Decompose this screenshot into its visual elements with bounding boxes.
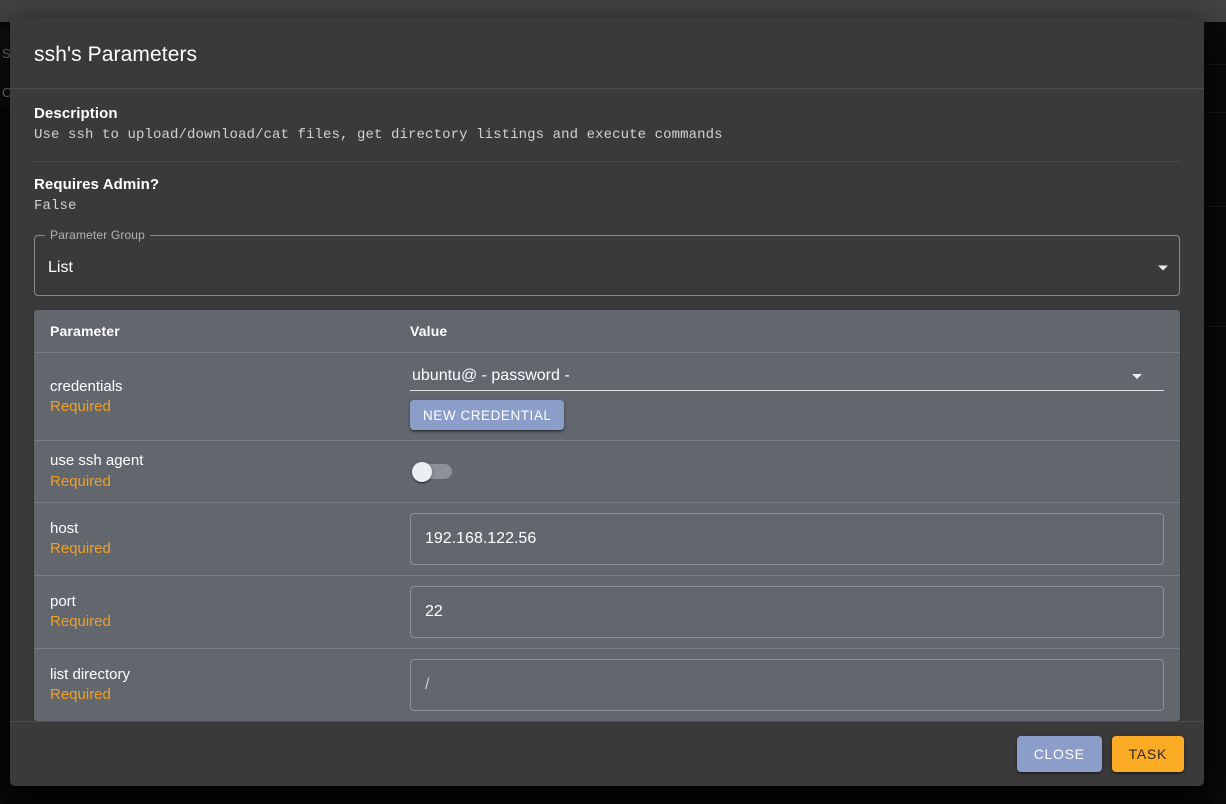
- column-header-value: Value: [394, 310, 1180, 353]
- parameter-requirement: Required: [50, 472, 378, 492]
- parameters-table: Parameter Value credentials Required u: [34, 310, 1180, 721]
- parameter-cell-use-ssh-agent: use ssh agent Required: [34, 441, 394, 503]
- parameter-group-value: List: [48, 259, 73, 277]
- table-header-row: Parameter Value: [34, 310, 1180, 353]
- value-cell-use-ssh-agent: [394, 441, 1180, 503]
- parameter-name: credentials: [50, 377, 378, 397]
- parameter-name: list directory: [50, 665, 378, 685]
- value-cell-credentials: ubuntu@ - password - NEW CREDENTIAL: [394, 353, 1180, 441]
- background-divider: [1204, 64, 1226, 65]
- table-row: port Required: [34, 575, 1180, 648]
- parameter-group-outline: [34, 235, 1180, 296]
- dialog-title: ssh's Parameters: [10, 18, 1204, 88]
- new-credential-button[interactable]: NEW CREDENTIAL: [410, 400, 564, 430]
- requires-admin-value: False: [34, 198, 1180, 214]
- parameter-cell-port: port Required: [34, 575, 394, 648]
- background-right-panel: [1204, 22, 1226, 804]
- parameter-requirement: Required: [50, 397, 378, 417]
- background-divider: [1204, 206, 1226, 207]
- credentials-select[interactable]: ubuntu@ - password -: [410, 363, 1164, 391]
- parameter-group-select[interactable]: Parameter Group List: [34, 240, 1180, 296]
- parameter-requirement: Required: [50, 539, 378, 559]
- background-divider: [1204, 326, 1226, 327]
- value-cell-port: [394, 575, 1180, 648]
- value-cell-list-directory: [394, 648, 1180, 721]
- description-section: Description Use ssh to upload/download/c…: [34, 105, 1180, 161]
- description-heading: Description: [34, 105, 1180, 122]
- table-row: use ssh agent Required: [34, 441, 1180, 503]
- background-divider: [1204, 112, 1226, 113]
- chevron-down-icon[interactable]: [1132, 374, 1142, 379]
- table-head: Parameter Value: [34, 310, 1180, 353]
- description-divider: [34, 161, 1180, 162]
- parameter-name: host: [50, 519, 378, 539]
- requires-admin-heading: Requires Admin?: [34, 176, 1180, 193]
- column-header-parameter: Parameter: [34, 310, 394, 353]
- close-button[interactable]: CLOSE: [1017, 736, 1102, 772]
- credentials-select-value: ubuntu@ - password -: [412, 367, 570, 384]
- task-button[interactable]: TASK: [1112, 736, 1184, 772]
- dialog-actions: CLOSE TASK: [10, 722, 1204, 786]
- parameter-requirement: Required: [50, 685, 378, 705]
- list-directory-input[interactable]: [410, 659, 1164, 711]
- parameter-requirement: Required: [50, 612, 378, 632]
- description-text: Use ssh to upload/download/cat files, ge…: [34, 127, 1180, 143]
- parameter-cell-list-directory: list directory Required: [34, 648, 394, 721]
- requires-admin-section: Requires Admin? False: [34, 176, 1180, 232]
- table-body: credentials Required ubuntu@ - password …: [34, 353, 1180, 721]
- parameter-cell-host: host Required: [34, 502, 394, 575]
- host-input[interactable]: [410, 513, 1164, 565]
- chevron-down-icon[interactable]: [1158, 266, 1168, 271]
- use-ssh-agent-toggle[interactable]: [410, 461, 456, 483]
- toggle-thumb: [412, 462, 432, 482]
- port-input[interactable]: [410, 586, 1164, 638]
- value-cell-host: [394, 502, 1180, 575]
- parameter-group-label: Parameter Group: [45, 228, 150, 242]
- parameter-name: port: [50, 592, 378, 612]
- table-row: host Required: [34, 502, 1180, 575]
- table-row: list directory Required: [34, 648, 1180, 721]
- parameters-table-scroll[interactable]: Parameter Value credentials Required u: [34, 310, 1180, 721]
- table-row: credentials Required ubuntu@ - password …: [34, 353, 1180, 441]
- parameter-cell-credentials: credentials Required: [34, 353, 394, 441]
- ssh-parameters-dialog: ssh's Parameters Description Use ssh to …: [10, 18, 1204, 786]
- parameter-name: use ssh agent: [50, 451, 378, 471]
- dialog-content: Description Use ssh to upload/download/c…: [10, 89, 1204, 721]
